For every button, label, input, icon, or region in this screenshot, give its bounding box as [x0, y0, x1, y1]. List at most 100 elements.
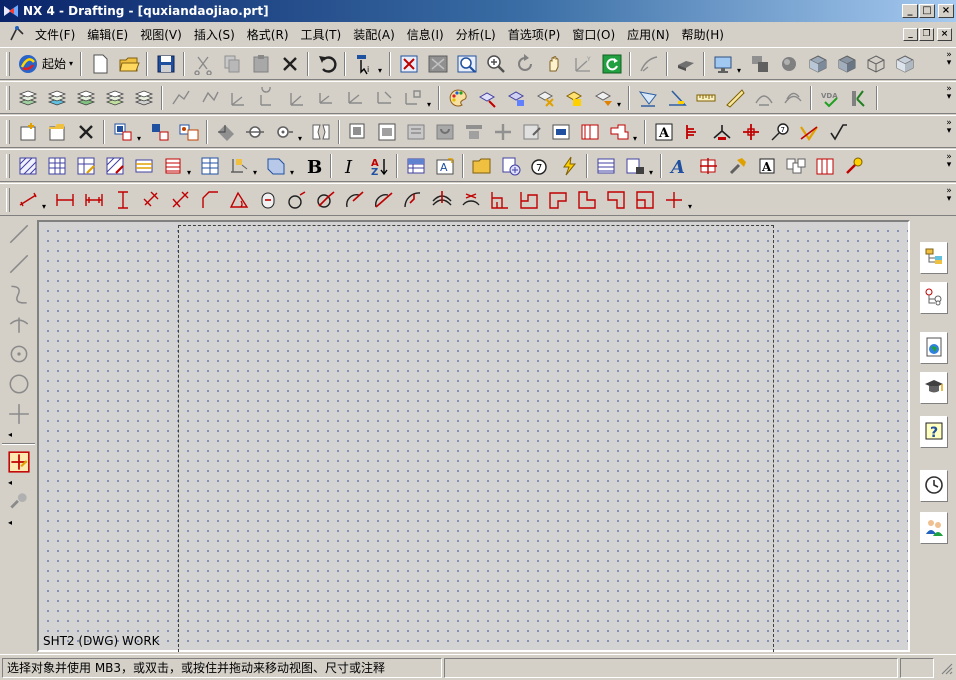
snap-settings-expand-arrow[interactable]: ◂: [8, 518, 37, 528]
show-button[interactable]: [559, 84, 588, 112]
layer-visible-button[interactable]: [129, 84, 158, 112]
dim-inferred-button[interactable]: [13, 186, 42, 214]
toolbar-dropdown-arrow[interactable]: ▾: [649, 155, 657, 177]
edit-object-button[interactable]: [472, 84, 501, 112]
point-set-button[interactable]: [195, 84, 224, 112]
menu-window[interactable]: 窗口(O): [566, 24, 621, 45]
table-edit-button[interactable]: [71, 152, 100, 180]
toolbar-overflow-button[interactable]: » ▾: [944, 187, 954, 204]
fit-button[interactable]: [394, 50, 423, 78]
id-symbol-button[interactable]: [794, 118, 823, 146]
rotate-button[interactable]: [510, 50, 539, 78]
menu-help[interactable]: 帮助(H): [676, 24, 730, 45]
spline-button[interactable]: [166, 84, 195, 112]
view-move-button[interactable]: [488, 118, 517, 146]
view-revolved-button[interactable]: [269, 118, 298, 146]
wcs-point-button[interactable]: [311, 84, 340, 112]
wcs-orient-button[interactable]: [398, 84, 427, 112]
view-shaded-button[interactable]: [671, 50, 700, 78]
toolbar-dropdown-arrow[interactable]: ▾: [427, 87, 435, 109]
dim-radius-center-button[interactable]: [369, 186, 398, 214]
cube-hidden-button[interactable]: [890, 50, 919, 78]
centerline-button[interactable]: 7: [765, 118, 794, 146]
view-section-button[interactable]: [211, 118, 240, 146]
toolbar-overflow-button[interactable]: » ▾: [944, 85, 954, 102]
select-button[interactable]: i: [349, 50, 378, 78]
layer-copy-button[interactable]: [100, 84, 129, 112]
wcs-yc-button[interactable]: [369, 84, 398, 112]
sheet-delete-button[interactable]: [71, 118, 100, 146]
wcs-xc-button[interactable]: [340, 84, 369, 112]
toolbar-dropdown-arrow[interactable]: ▾: [290, 155, 298, 177]
layer-move-button[interactable]: [71, 84, 100, 112]
history-tab[interactable]: [920, 470, 948, 502]
title-bar[interactable]: NX 4 - Drafting - [quxiandaojiao.prt] _ …: [0, 0, 956, 22]
hatch-edit-button[interactable]: [100, 152, 129, 180]
measure-angle-button[interactable]: [662, 84, 691, 112]
dim-ordinate-button[interactable]: [485, 186, 514, 214]
tools-button[interactable]: [723, 152, 752, 180]
dim-vertical-baseline-button[interactable]: [630, 186, 659, 214]
view-edit-button[interactable]: [517, 118, 546, 146]
dim-thickness-button[interactable]: [427, 186, 456, 214]
lightning-button[interactable]: [554, 152, 583, 180]
new-button[interactable]: [85, 50, 114, 78]
spline-curve-tool-button[interactable]: [3, 280, 35, 310]
layer-button[interactable]: [13, 84, 42, 112]
hide-button[interactable]: [530, 84, 559, 112]
view-update-button[interactable]: [343, 118, 372, 146]
sort-button[interactable]: AZ: [364, 152, 393, 180]
toolbar-dropdown-arrow[interactable]: ▾: [298, 121, 306, 143]
view-align-button[interactable]: [459, 118, 488, 146]
toolbar-grip[interactable]: [6, 85, 10, 110]
view-base-button[interactable]: [108, 118, 137, 146]
dim-vertical-chain-button[interactable]: [601, 186, 630, 214]
toolbar-dropdown-arrow[interactable]: ▾: [137, 121, 145, 143]
refresh-button[interactable]: [597, 50, 626, 78]
view-projected-button[interactable]: [145, 118, 174, 146]
dim-chamfer-button[interactable]: [195, 186, 224, 214]
dim-cylindrical-button[interactable]: [253, 186, 282, 214]
utility-symbol-button[interactable]: A: [752, 152, 781, 180]
dim-arc-length-button[interactable]: [456, 186, 485, 214]
toolbar-grip[interactable]: [6, 119, 10, 144]
cube-shaded-button[interactable]: [803, 50, 832, 78]
toolbar-overflow-button[interactable]: » ▾: [944, 119, 954, 136]
view-labels-button[interactable]: A: [649, 118, 678, 146]
menu-tools[interactable]: 工具(T): [295, 24, 348, 45]
annotation-button[interactable]: [224, 152, 253, 180]
toolbar-dropdown-arrow[interactable]: ▾: [633, 121, 641, 143]
maximize-button[interactable]: □: [919, 4, 935, 18]
show-hide-button[interactable]: [588, 84, 617, 112]
menu-analysis[interactable]: 分析(L): [450, 24, 502, 45]
view-half-section-button[interactable]: [240, 118, 269, 146]
image-button[interactable]: [694, 152, 723, 180]
bold-button[interactable]: B: [298, 152, 327, 180]
menu-information[interactable]: 信息(I): [401, 24, 450, 45]
view-aux-button[interactable]: [604, 118, 633, 146]
title-block-button[interactable]: [195, 152, 224, 180]
parts-list-button[interactable]: [129, 152, 158, 180]
toolbar-overflow-button[interactable]: » ▾: [944, 51, 954, 68]
browser-tab[interactable]: [920, 332, 948, 364]
ruler-button[interactable]: [720, 84, 749, 112]
table-button[interactable]: [42, 152, 71, 180]
view-display-button[interactable]: [372, 118, 401, 146]
sweep-button[interactable]: [634, 50, 663, 78]
sheet-new-button[interactable]: [13, 118, 42, 146]
toolbar-grip[interactable]: [6, 153, 10, 178]
italic-button[interactable]: I: [335, 152, 364, 180]
close-button[interactable]: ×: [938, 4, 954, 18]
menu-insert[interactable]: 插入(S): [188, 24, 241, 45]
toolbar-overflow-button[interactable]: » ▾: [944, 153, 954, 170]
layer-settings-button[interactable]: [42, 84, 71, 112]
custom-symbol-button[interactable]: [839, 152, 868, 180]
snap-settings-tool-button[interactable]: [3, 488, 35, 518]
layout-button[interactable]: [745, 50, 774, 78]
part-navigator-tab[interactable]: [920, 282, 948, 314]
menu-application[interactable]: 应用(N): [621, 24, 675, 45]
toolbar-dropdown-arrow[interactable]: ▾: [42, 189, 50, 211]
document-restore-button[interactable]: ❐: [919, 27, 934, 41]
dim-radius-button[interactable]: [340, 186, 369, 214]
roles-tab[interactable]: [920, 512, 948, 544]
